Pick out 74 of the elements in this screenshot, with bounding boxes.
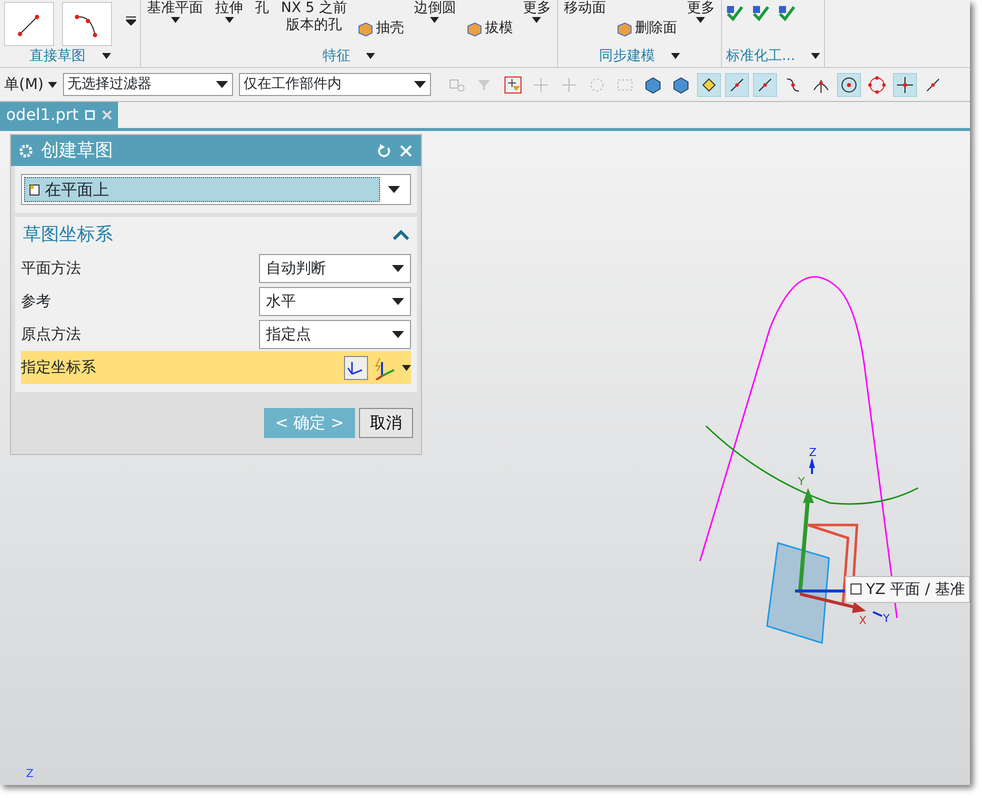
- group-label: 直接草图: [30, 47, 86, 66]
- reset-icon[interactable]: [377, 144, 391, 158]
- caret-icon: [670, 53, 680, 59]
- scope-select[interactable]: 仅在工作部件内: [238, 73, 431, 96]
- menu-button[interactable]: 单(M): [4, 73, 57, 96]
- ribbon-tool[interactable]: NX 5 之前 版本的孔: [279, 0, 349, 34]
- filter-select[interactable]: 无选择过滤器: [62, 73, 233, 96]
- caret-icon: [392, 331, 404, 338]
- cube-icon: [670, 74, 691, 94]
- snap-button[interactable]: [836, 72, 861, 96]
- plus-icon: [894, 74, 915, 94]
- axis-label: Z: [26, 766, 34, 782]
- tooltip: YZ 平面 / 基准: [845, 576, 970, 602]
- ribbon-tool[interactable]: 删除面: [616, 18, 677, 39]
- dialog-title: 创建草图: [41, 139, 114, 163]
- window-icon[interactable]: [84, 110, 96, 120]
- caret-icon: [402, 364, 411, 370]
- caret-icon: [216, 81, 228, 88]
- group-label: 特征: [322, 47, 350, 66]
- dropdown-field[interactable]: 水平: [259, 287, 411, 316]
- block-icon: [616, 20, 632, 36]
- field-label: 指定坐标系: [21, 357, 96, 378]
- sketch-plane-icon: [28, 182, 42, 196]
- axis-label: Y: [798, 475, 805, 488]
- axis-label: X: [859, 614, 867, 627]
- ribbon-tool[interactable]: 孔: [253, 0, 271, 17]
- snap-button[interactable]: [696, 72, 721, 96]
- axis-label: Y: [883, 612, 890, 625]
- snap-button[interactable]: [752, 72, 777, 96]
- cube-icon: [642, 74, 663, 94]
- circle-icon: [838, 74, 859, 94]
- field-label: 平面方法: [21, 258, 81, 280]
- caret-icon: [392, 265, 404, 272]
- check-icon[interactable]: [752, 4, 770, 22]
- more-icon[interactable]: [126, 16, 136, 26]
- group-label: 同步建模: [598, 47, 655, 66]
- cancel-button[interactable]: 取消: [359, 408, 413, 438]
- group-label: 标准化工...: [726, 47, 796, 66]
- ribbon-tool[interactable]: 边倒圆: [412, 0, 458, 23]
- block-icon: [466, 20, 482, 36]
- axis-label: Z: [809, 446, 817, 459]
- snap-button[interactable]: [892, 72, 917, 96]
- check-icon[interactable]: [726, 4, 744, 22]
- ribbon-tool[interactable]: 移动面: [562, 0, 608, 17]
- settings-icon[interactable]: [19, 144, 33, 158]
- collapse-icon[interactable]: [393, 230, 409, 240]
- dropdown-field[interactable]: 指定点: [259, 320, 411, 349]
- filter-icon: [502, 74, 523, 94]
- caret-icon: [811, 53, 820, 59]
- square-icon: [850, 583, 862, 596]
- field-label: 原点方法: [21, 324, 81, 346]
- section-title: 草图坐标系: [23, 223, 113, 247]
- block-icon: [356, 20, 373, 36]
- ribbon-tool[interactable]: 拔模: [466, 18, 513, 39]
- type-select[interactable]: 在平面上: [21, 174, 411, 205]
- ring-icon: [866, 74, 887, 94]
- ribbon-tool[interactable]: 基准平面: [145, 0, 205, 23]
- dropdown-field[interactable]: 自动判断: [259, 254, 411, 283]
- caret-icon: [366, 53, 376, 59]
- caret-icon: [392, 298, 404, 305]
- caret-icon: [48, 82, 57, 88]
- sketch-tool-button[interactable]: [4, 2, 54, 46]
- ribbon-tool[interactable]: 抽壳: [356, 18, 404, 39]
- caret-icon: [414, 81, 426, 88]
- field-label: 参考: [21, 291, 51, 312]
- ribbon-tool[interactable]: 拉伸: [213, 0, 245, 23]
- ribbon-tool[interactable]: 更多: [520, 0, 553, 23]
- snap-button[interactable]: [724, 72, 749, 96]
- caret-icon: [388, 186, 400, 193]
- ribbon-tool[interactable]: 更多: [684, 0, 717, 23]
- caret-icon: [102, 53, 110, 59]
- sketch-tool-button[interactable]: [62, 2, 112, 46]
- csys-dialog-icon[interactable]: [344, 356, 368, 380]
- check-icon[interactable]: [778, 4, 796, 22]
